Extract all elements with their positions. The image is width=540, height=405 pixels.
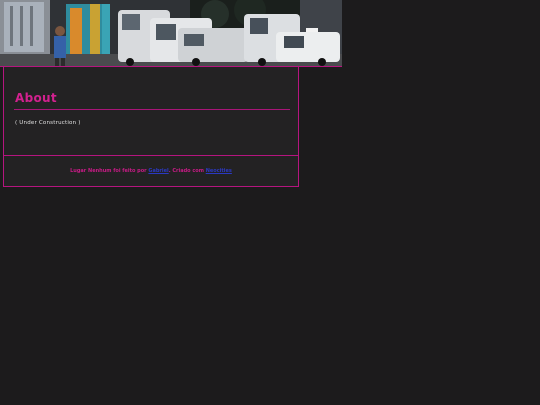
- page-title: About: [15, 91, 57, 105]
- street-scene-photo: [0, 0, 342, 66]
- site-footer: Lugar Nenhum foi feito por Gabriel. Cria…: [4, 155, 298, 187]
- neocities-link[interactable]: Neocities: [206, 168, 232, 174]
- footer-middle: . Criado com: [168, 168, 204, 174]
- status-text: ( Under Construction ): [15, 120, 81, 126]
- title-divider: [14, 109, 290, 110]
- main-content: About ( Under Construction ): [4, 74, 298, 154]
- author-link[interactable]: Gabriel: [148, 168, 168, 174]
- header-banner-image: [0, 0, 342, 67]
- footer-prefix: Lugar Nenhum foi feito por: [70, 168, 147, 174]
